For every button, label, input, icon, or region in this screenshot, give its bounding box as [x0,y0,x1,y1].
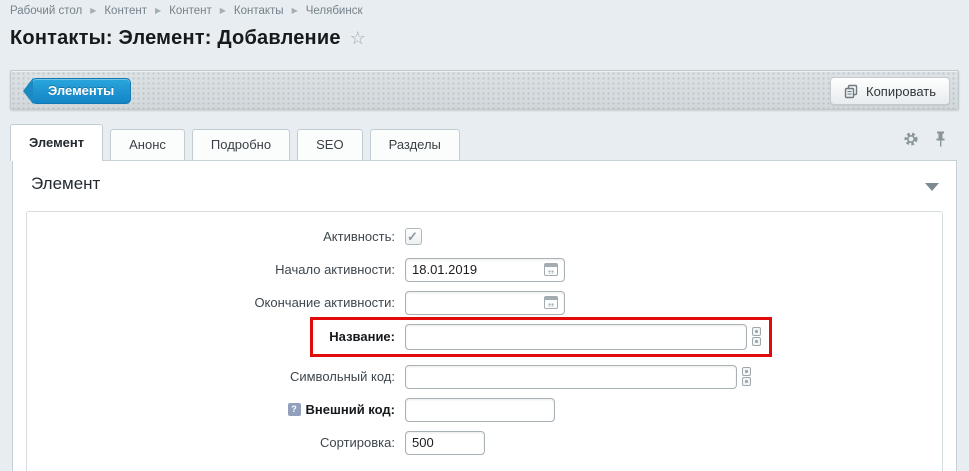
code-input[interactable] [405,365,737,389]
copy-button[interactable]: Копировать [830,77,950,105]
activity-label: Активность: [27,229,405,244]
breadcrumb-item-desktop[interactable]: Рабочий стол [10,5,82,17]
translit-icon[interactable] [752,327,761,346]
breadcrumb-item-contacts[interactable]: Контакты [234,5,284,17]
toolbar: Элементы Копировать [10,70,959,110]
code-label: Символьный код: [27,369,405,384]
name-input[interactable] [405,324,747,350]
translit-icon[interactable] [742,367,751,386]
active-from-input[interactable] [405,258,565,282]
elements-back-button[interactable]: Элементы [31,78,131,104]
external-code-label-text: Внешний код: [306,402,395,417]
section-title: Элемент [31,174,100,193]
element-fieldset: Активность: ✓ Начало активности: Окончан… [26,211,943,471]
activity-checkbox[interactable] [405,228,422,245]
tab-element[interactable]: Элемент [10,124,103,161]
field-row-active-to: Окончание активности: [27,290,942,315]
tab-anons[interactable]: Анонс [110,129,185,160]
calendar-icon[interactable] [544,296,558,309]
active-to-input[interactable] [405,291,565,315]
breadcrumb-arrow-icon: ▶ [90,7,96,15]
field-row-activity: Активность: ✓ [27,224,942,249]
breadcrumb-arrow-icon: ▶ [155,7,161,15]
tab-detail[interactable]: Подробно [192,129,290,160]
sort-input[interactable] [405,431,485,455]
collapse-section-icon[interactable] [925,183,939,191]
external-code-label: ? Внешний код: [27,402,405,417]
external-code-input[interactable] [405,398,555,422]
breadcrumb: Рабочий стол ▶ Контент ▶ Контент ▶ Конта… [10,5,363,17]
copy-icon [844,84,859,99]
breadcrumb-arrow-icon: ▶ [292,7,298,15]
page-title: Контакты: Элемент: Добавление [10,27,341,50]
field-row-code: Символьный код: [27,364,942,389]
settings-gear-icon[interactable] [903,131,919,147]
form-panel: Элемент Активность: ✓ Начало активности:… [12,160,957,471]
tab-bar: Элемент Анонс Подробно SEO Разделы [10,122,959,160]
active-from-label: Начало активности: [27,262,405,277]
breadcrumb-item-city[interactable]: Челябинск [306,5,363,17]
pin-icon[interactable] [934,131,947,147]
sort-label: Сортировка: [27,435,405,450]
field-row-name: Название: [27,323,942,350]
tab-sections[interactable]: Разделы [370,129,460,160]
field-row-external-code: ? Внешний код: [27,397,942,422]
tab-seo[interactable]: SEO [297,129,362,160]
calendar-icon[interactable] [544,263,558,276]
name-label: Название: [27,329,405,344]
breadcrumb-item-content2[interactable]: Контент [169,5,212,17]
active-to-label: Окончание активности: [27,295,405,310]
copy-button-label: Копировать [866,84,936,99]
breadcrumb-item-content1[interactable]: Контент [104,5,147,17]
help-icon[interactable]: ? [288,403,301,416]
breadcrumb-arrow-icon: ▶ [220,7,226,15]
favorite-star-icon[interactable]: ☆ [350,28,366,49]
field-row-sort: Сортировка: [27,430,942,455]
field-row-active-from: Начало активности: [27,257,942,282]
